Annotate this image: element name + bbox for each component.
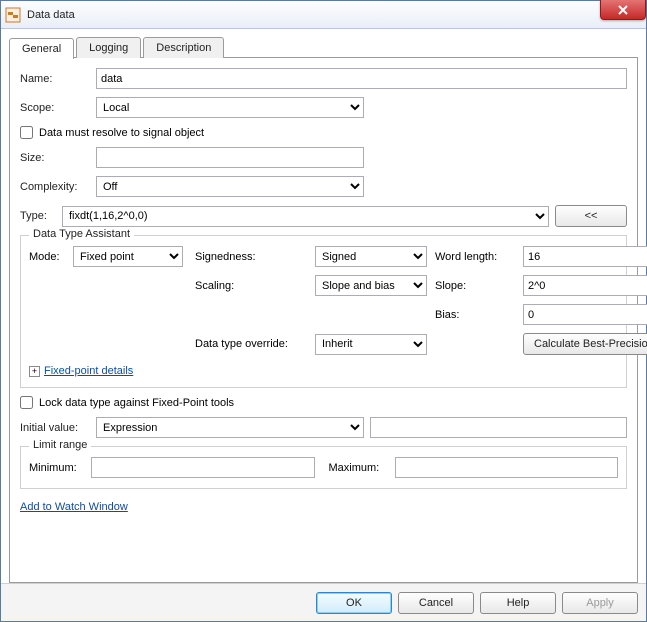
data-type-assistant-group: Data Type Assistant Mode: Fixed point Si… xyxy=(20,235,627,388)
mode-label: Mode: xyxy=(29,251,69,263)
scope-label: Scope: xyxy=(20,102,90,114)
slope-input[interactable] xyxy=(523,275,647,296)
close-button[interactable] xyxy=(600,0,646,20)
add-to-watch-link[interactable]: Add to Watch Window xyxy=(20,501,128,513)
cancel-button[interactable]: Cancel xyxy=(398,592,474,614)
calculate-scaling-button[interactable]: Calculate Best-Precision Scaling xyxy=(523,333,647,355)
bias-label: Bias: xyxy=(435,309,519,321)
name-label: Name: xyxy=(20,73,90,85)
tab-logging[interactable]: Logging xyxy=(76,37,141,58)
data-type-assistant-title: Data Type Assistant xyxy=(29,228,134,240)
signedness-label: Signedness: xyxy=(195,251,311,263)
expand-fixed-point-icon[interactable]: + xyxy=(29,366,40,377)
minimum-label: Minimum: xyxy=(29,462,85,474)
initial-value-mode-select[interactable]: Expression xyxy=(96,417,364,438)
limit-range-title: Limit range xyxy=(29,439,91,451)
tab-description[interactable]: Description xyxy=(143,37,224,58)
type-assistant-toggle-button[interactable]: << xyxy=(555,205,627,227)
ok-button[interactable]: OK xyxy=(316,592,392,614)
resolve-signal-label: Data must resolve to signal object xyxy=(39,127,204,139)
complexity-label: Complexity: xyxy=(20,181,90,193)
scaling-select[interactable]: Slope and bias xyxy=(315,275,427,296)
content-area: General Logging Description Name: Scope:… xyxy=(1,29,646,583)
override-label: Data type override: xyxy=(195,338,311,350)
tab-general[interactable]: General xyxy=(9,38,74,59)
resolve-signal-checkbox[interactable] xyxy=(20,126,33,139)
initial-value-input[interactable] xyxy=(370,417,627,438)
stateflow-data-icon xyxy=(5,7,21,23)
slope-label: Slope: xyxy=(435,280,519,292)
titlebar: Data data xyxy=(1,1,646,29)
wordlength-label: Word length: xyxy=(435,251,519,263)
size-label: Size: xyxy=(20,152,90,164)
complexity-select[interactable]: Off xyxy=(96,176,364,197)
close-icon xyxy=(617,4,629,16)
lock-datatype-label: Lock data type against Fixed-Point tools xyxy=(39,397,234,409)
override-select[interactable]: Inherit xyxy=(315,334,427,355)
dialog-footer: OK Cancel Help Apply xyxy=(1,583,646,621)
limit-range-group: Limit range Minimum: Maximum: xyxy=(20,446,627,489)
window-title: Data data xyxy=(27,9,75,21)
scope-select[interactable]: Local xyxy=(96,97,364,118)
apply-button[interactable]: Apply xyxy=(562,592,638,614)
name-input[interactable] xyxy=(96,68,627,89)
maximum-label: Maximum: xyxy=(329,462,389,474)
type-select[interactable]: fixdt(1,16,2^0,0) xyxy=(62,206,549,227)
lock-datatype-checkbox[interactable] xyxy=(20,396,33,409)
minimum-input[interactable] xyxy=(91,457,315,478)
size-input[interactable] xyxy=(96,147,364,168)
mode-select[interactable]: Fixed point xyxy=(73,246,183,267)
signedness-select[interactable]: Signed xyxy=(315,246,427,267)
initial-value-label: Initial value: xyxy=(20,422,90,434)
wordlength-input[interactable] xyxy=(523,246,647,267)
tab-strip: General Logging Description xyxy=(9,37,638,58)
dialog-window: Data data General Logging Description Na… xyxy=(0,0,647,622)
bias-input[interactable] xyxy=(523,304,647,325)
tab-panel-general: Name: Scope: Local Data must resolve to … xyxy=(9,57,638,583)
maximum-input[interactable] xyxy=(395,457,619,478)
type-label: Type: xyxy=(20,210,56,222)
scaling-label: Scaling: xyxy=(195,280,311,292)
fixed-point-details-link[interactable]: Fixed-point details xyxy=(44,365,133,377)
help-button[interactable]: Help xyxy=(480,592,556,614)
